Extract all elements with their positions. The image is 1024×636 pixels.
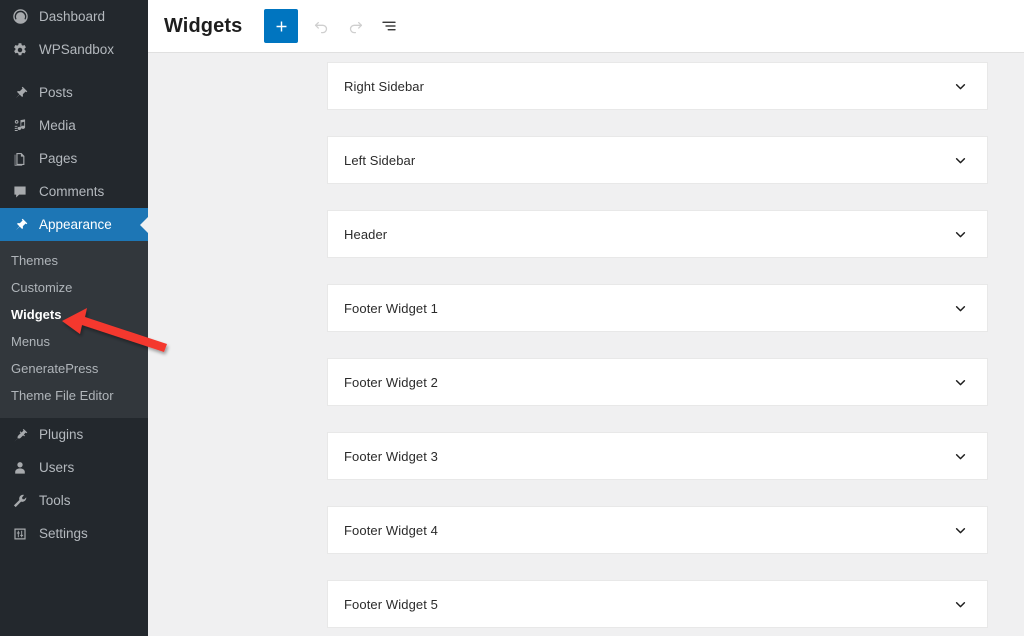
sidebar-item-label: Comments	[39, 183, 105, 199]
sidebar-item-media[interactable]: Media	[0, 109, 148, 142]
sidebar-separator	[0, 66, 148, 76]
sidebar-item-comments[interactable]: Comments	[0, 175, 148, 208]
list-view-button[interactable]	[372, 9, 406, 43]
wordpress-admin-widgets-screen: Dashboard WPSandbox Posts Media Pages Co…	[0, 0, 1024, 636]
sidebar-item-label: Posts	[39, 84, 73, 100]
chevron-down-icon[interactable]	[949, 297, 971, 319]
sidebar-item-plugins[interactable]: Plugins	[0, 418, 148, 451]
plugins-plug-icon	[9, 425, 31, 445]
widget-area-panel[interactable]: Header	[327, 210, 988, 258]
pages-icon	[9, 149, 31, 169]
submenu-item-theme-file-editor[interactable]: Theme File Editor	[0, 382, 148, 409]
widget-area-title: Footer Widget 3	[344, 448, 438, 464]
widget-areas-list: Right Sidebar Left Sidebar Header Footer…	[148, 53, 1024, 628]
sidebar-item-users[interactable]: Users	[0, 451, 148, 484]
sidebar-item-label: Dashboard	[39, 8, 106, 24]
redo-arrow-icon	[346, 17, 365, 36]
sidebar-item-label: Settings	[39, 525, 88, 541]
users-icon	[9, 458, 31, 478]
submenu-item-themes[interactable]: Themes	[0, 247, 148, 274]
appearance-submenu: Themes Customize Widgets Menus GenerateP…	[0, 241, 148, 418]
redo-button[interactable]	[338, 9, 372, 43]
list-view-icon	[380, 17, 398, 35]
widget-area-panel[interactable]: Footer Widget 1	[327, 284, 988, 332]
comments-icon	[9, 182, 31, 202]
sidebar-item-label: Plugins	[39, 426, 84, 442]
sidebar-item-label: Appearance	[39, 216, 112, 232]
sidebar-item-tools[interactable]: Tools	[0, 484, 148, 517]
editor-toolbar: Widgets	[148, 0, 1024, 53]
widget-area-panel[interactable]: Left Sidebar	[327, 136, 988, 184]
widget-area-panel[interactable]: Footer Widget 3	[327, 432, 988, 480]
sidebar-item-posts[interactable]: Posts	[0, 76, 148, 109]
widget-area-panel[interactable]: Footer Widget 4	[327, 506, 988, 554]
sidebar-item-dashboard[interactable]: Dashboard	[0, 0, 148, 33]
sidebar-item-label: Pages	[39, 150, 78, 166]
sidebar-item-settings[interactable]: Settings	[0, 517, 148, 550]
dashboard-icon	[9, 7, 31, 27]
undo-arrow-icon	[312, 17, 331, 36]
pin-icon	[9, 83, 31, 103]
chevron-down-icon[interactable]	[949, 149, 971, 171]
widget-area-title: Header	[344, 226, 388, 242]
chevron-down-icon[interactable]	[949, 593, 971, 615]
sidebar-item-appearance[interactable]: Appearance	[0, 208, 148, 241]
chevron-down-icon[interactable]	[949, 445, 971, 467]
submenu-item-menus[interactable]: Menus	[0, 328, 148, 355]
sidebar-item-label: Media	[39, 117, 76, 133]
submenu-item-customize[interactable]: Customize	[0, 274, 148, 301]
widget-area-title: Left Sidebar	[344, 152, 416, 168]
chevron-down-icon[interactable]	[949, 519, 971, 541]
sidebar-item-label: Users	[39, 459, 75, 475]
sidebar-item-pages[interactable]: Pages	[0, 142, 148, 175]
page-title: Widgets	[164, 14, 243, 37]
admin-sidebar-menu: Dashboard WPSandbox Posts Media Pages Co…	[0, 0, 148, 636]
widget-area-panel[interactable]: Right Sidebar	[327, 62, 988, 110]
widget-area-title: Footer Widget 4	[344, 522, 438, 538]
tools-wrench-icon	[9, 491, 31, 511]
chevron-down-icon[interactable]	[949, 371, 971, 393]
settings-sliders-icon	[9, 524, 31, 544]
undo-button[interactable]	[304, 9, 338, 43]
submenu-item-widgets[interactable]: Widgets	[0, 301, 148, 328]
chevron-down-icon[interactable]	[949, 75, 971, 97]
appearance-brush-icon	[9, 215, 31, 235]
sidebar-item-label: WPSandbox	[39, 41, 115, 57]
gear-icon	[9, 40, 31, 60]
media-icon	[9, 116, 31, 136]
widget-area-title: Right Sidebar	[344, 78, 425, 94]
widget-area-title: Footer Widget 5	[344, 596, 438, 612]
plus-icon	[273, 18, 290, 35]
sidebar-item-label: Tools	[39, 492, 71, 508]
submenu-item-generatepress[interactable]: GeneratePress	[0, 355, 148, 382]
add-block-button[interactable]	[264, 9, 299, 43]
sidebar-item-wpsandbox[interactable]: WPSandbox	[0, 33, 148, 66]
widgets-editor-main: Widgets Right Sidebar Left Sidebar Heade…	[148, 0, 1024, 636]
chevron-down-icon[interactable]	[949, 223, 971, 245]
widget-area-panel[interactable]: Footer Widget 2	[327, 358, 988, 406]
widget-area-title: Footer Widget 1	[344, 300, 438, 316]
widget-area-panel[interactable]: Footer Widget 5	[327, 580, 988, 628]
widget-area-title: Footer Widget 2	[344, 374, 438, 390]
